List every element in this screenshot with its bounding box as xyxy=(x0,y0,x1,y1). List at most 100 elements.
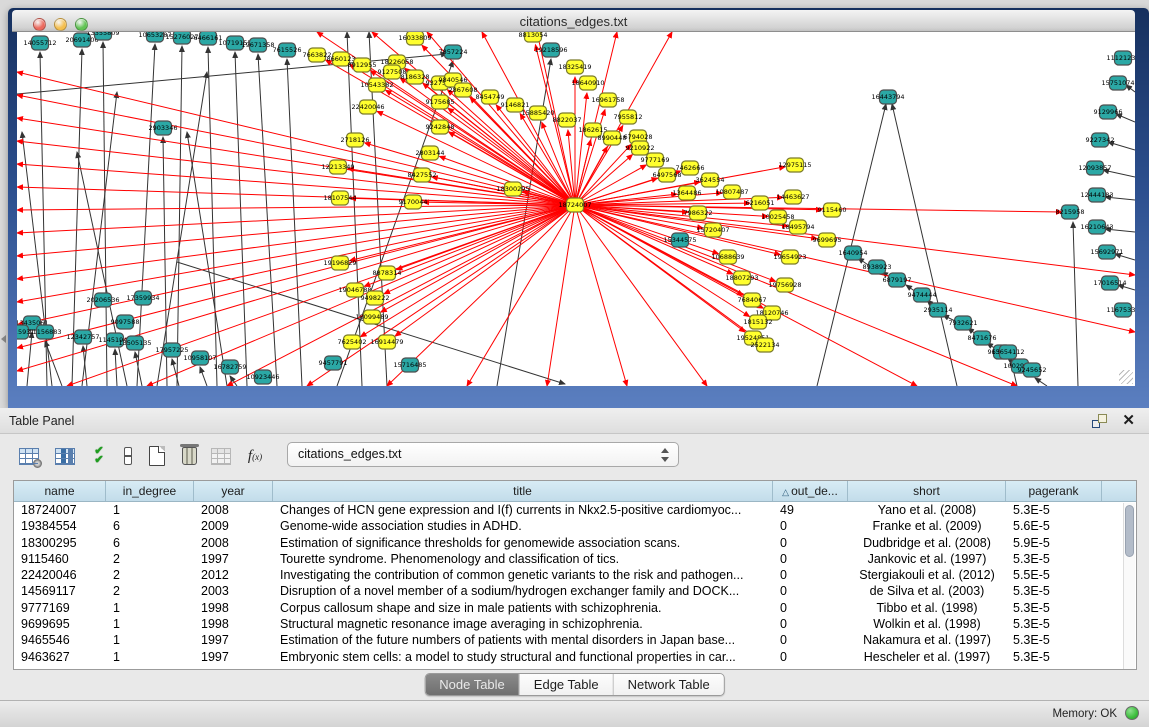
graph-node[interactable]: 18807293 xyxy=(725,271,758,285)
cell-year[interactable]: 1998 xyxy=(194,600,273,616)
graph-node[interactable]: 12093857 xyxy=(1078,161,1111,175)
float-panel-icon[interactable] xyxy=(1092,414,1107,428)
graph-node[interactable]: 10923446 xyxy=(246,370,279,384)
cell-year[interactable]: 2008 xyxy=(194,535,273,551)
graph-node[interactable]: 16210643 xyxy=(1080,220,1113,234)
table-mode-icon[interactable] xyxy=(16,443,42,469)
graph-node[interactable]: 1640954 xyxy=(839,246,868,260)
tab-network-table[interactable]: Network Table xyxy=(614,674,724,695)
cell-year[interactable]: 1997 xyxy=(194,649,273,665)
graph-node[interactable]: 8878314 xyxy=(373,266,402,280)
graph-node[interactable]: 11121234 xyxy=(1106,51,1135,65)
graph-node[interactable]: 19654923 xyxy=(773,250,806,264)
graph-node[interactable]: 12975115 xyxy=(778,158,811,172)
graph-node[interactable]: 9699695 xyxy=(813,233,842,247)
citation-edge-black[interactable] xyxy=(200,367,207,386)
cell-name[interactable]: 9463627 xyxy=(14,649,106,665)
citation-edge-red[interactable] xyxy=(381,205,575,312)
graph-node[interactable]: 17359934 xyxy=(126,291,159,305)
network-window[interactable]: citations_edges.txt 14055712206914061335… xyxy=(8,8,1149,408)
graph-node[interactable]: 2803144 xyxy=(416,146,445,160)
cell-short[interactable]: Wolkin et al. (1998) xyxy=(848,616,1006,632)
delete-column-icon[interactable] xyxy=(176,443,202,469)
citation-edge-red[interactable] xyxy=(575,205,1135,332)
graph-node[interactable]: 16914479 xyxy=(370,335,403,349)
citation-edge-red[interactable] xyxy=(17,164,575,205)
cell-year[interactable]: 2008 xyxy=(194,502,273,518)
cell-year[interactable]: 1998 xyxy=(194,616,273,632)
graph-node[interactable]: 17016514 xyxy=(1093,276,1126,290)
citation-edge-black[interactable] xyxy=(1035,378,1047,386)
graph-node[interactable]: 2903346 xyxy=(149,121,178,135)
tab-node-table[interactable]: Node Table xyxy=(425,674,520,695)
graph-node[interactable]: 9245652 xyxy=(1018,363,1047,377)
graph-node[interactable]: 7625402 xyxy=(338,335,367,349)
column-header-pagerank[interactable]: pagerank xyxy=(1006,481,1102,501)
graph-node[interactable]: 9777169 xyxy=(641,153,670,167)
cell-pagerank[interactable]: 5.3E-5 xyxy=(1006,600,1102,616)
graph-node[interactable]: 15716485 xyxy=(393,358,426,372)
graph-node[interactable]: 11675334 xyxy=(1106,303,1135,317)
cell-out_de[interactable]: 0 xyxy=(773,567,848,583)
graph-node[interactable]: 6879197 xyxy=(883,273,912,287)
graph-node[interactable]: 9227342 xyxy=(1086,133,1115,147)
table-row[interactable]: 1456911722003Disruption of a novel membe… xyxy=(14,583,1136,599)
cell-name[interactable]: 9699695 xyxy=(14,616,106,632)
table-row[interactable]: 969969511998Structural magnetic resonanc… xyxy=(14,616,1136,632)
network-canvas[interactable]: 1405571220691406133558091065328715276027… xyxy=(17,32,1135,386)
citation-edge-red[interactable] xyxy=(575,155,632,205)
cell-in_degree[interactable]: 6 xyxy=(106,518,194,534)
cell-title[interactable]: Structural magnetic resonance image aver… xyxy=(273,616,773,632)
table-select-dropdown[interactable]: citations_edges.txt xyxy=(287,442,679,467)
cell-in_degree[interactable]: 2 xyxy=(106,551,194,567)
cell-pagerank[interactable]: 5.3E-5 xyxy=(1006,551,1102,567)
cell-in_degree[interactable]: 1 xyxy=(106,632,194,648)
memory-status-icon[interactable] xyxy=(1125,706,1139,720)
cell-year[interactable]: 1997 xyxy=(194,551,273,567)
graph-node[interactable]: 8813054 xyxy=(519,32,548,42)
citation-edge-black[interactable] xyxy=(187,132,227,386)
cell-year[interactable]: 2009 xyxy=(194,518,273,534)
cell-short[interactable]: de Silva et al. (2003) xyxy=(848,583,1006,599)
graph-node[interactable]: 18640910 xyxy=(571,76,604,90)
cell-year[interactable]: 1997 xyxy=(194,632,273,648)
column-header-out_de[interactable]: △out_de... xyxy=(773,481,848,501)
graph-node[interactable]: 10958107 xyxy=(183,351,216,365)
graph-node[interactable]: 9474444 xyxy=(908,288,937,302)
row-mode-icon[interactable] xyxy=(115,443,141,469)
graph-node[interactable]: 2718126 xyxy=(341,133,370,147)
cell-title[interactable]: Estimation of significance thresholds fo… xyxy=(273,535,773,551)
citation-edge-red[interactable] xyxy=(17,205,575,302)
graph-node[interactable]: 13505135 xyxy=(118,336,151,350)
graph-node[interactable]: 14055712 xyxy=(23,36,56,50)
cell-out_de[interactable]: 0 xyxy=(773,551,848,567)
column-header-in_degree[interactable]: in_degree xyxy=(106,481,194,501)
cell-name[interactable]: 18724007 xyxy=(14,502,106,518)
scrollbar-thumb[interactable] xyxy=(1125,505,1134,557)
graph-node[interactable]: 9115460 xyxy=(818,203,847,217)
graph-node[interactable]: 7615526 xyxy=(273,43,302,57)
cell-name[interactable]: 19384554 xyxy=(14,518,106,534)
citation-edge-black[interactable] xyxy=(235,52,247,386)
cell-short[interactable]: Dudbridge et al. (2008) xyxy=(848,535,1006,551)
citation-edge-red[interactable] xyxy=(575,205,627,386)
graph-node[interactable]: 18107544 xyxy=(323,191,356,205)
citation-edge-red[interactable] xyxy=(547,205,575,386)
cell-title[interactable]: Estimation of the future numbers of pati… xyxy=(273,632,773,648)
cell-short[interactable]: Yano et al. (2008) xyxy=(848,502,1006,518)
citation-graph[interactable]: 1405571220691406133558091065328715276027… xyxy=(17,32,1135,386)
cell-name[interactable]: 22420046 xyxy=(14,567,106,583)
citation-edge-red[interactable] xyxy=(17,205,575,279)
cell-title[interactable]: Disruption of a novel member of a sodium… xyxy=(273,583,773,599)
cell-short[interactable]: Nakamura et al. (1997) xyxy=(848,632,1006,648)
graph-node[interactable]: 12444183 xyxy=(1080,188,1113,202)
new-column-icon[interactable] xyxy=(144,443,170,469)
cell-pagerank[interactable]: 5.3E-5 xyxy=(1006,583,1102,599)
cell-short[interactable]: Hescheler et al. (1997) xyxy=(848,649,1006,665)
table-row[interactable]: 2242004622012Investigating the contribut… xyxy=(14,567,1136,583)
tab-edge-table[interactable]: Edge Table xyxy=(520,674,614,695)
graph-node[interactable]: 2522134 xyxy=(751,338,780,352)
citation-edge-black[interactable] xyxy=(1073,222,1078,386)
cell-pagerank[interactable]: 5.9E-5 xyxy=(1006,535,1102,551)
cell-in_degree[interactable]: 1 xyxy=(106,649,194,665)
